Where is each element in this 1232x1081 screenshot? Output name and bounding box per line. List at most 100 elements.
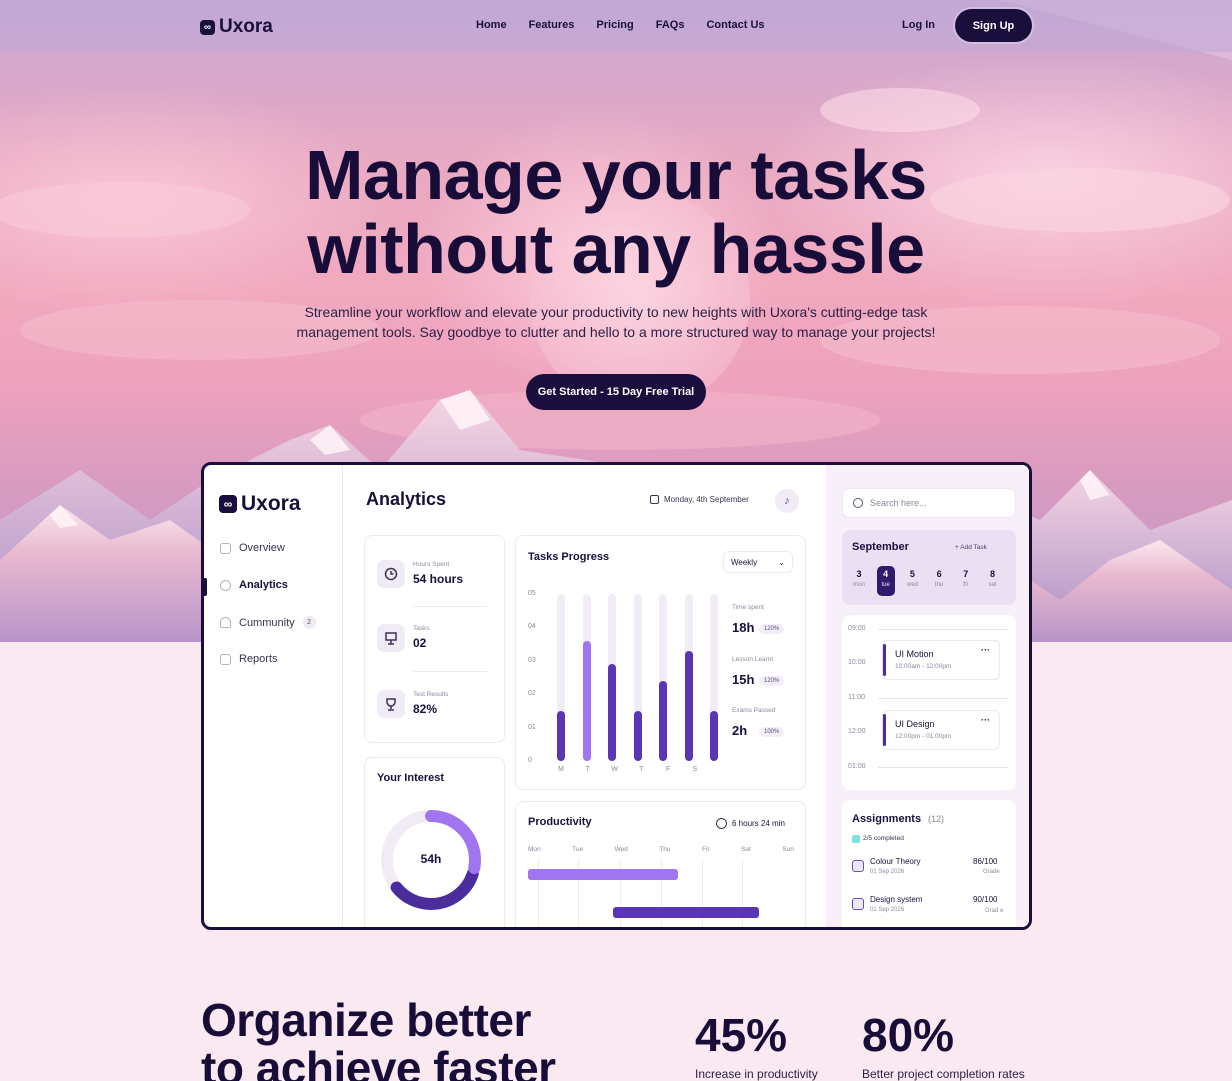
- event-card[interactable]: UI Motion 10:00am - 12:00pm ···: [882, 640, 1000, 680]
- metric-label: Exams Passed: [732, 707, 776, 714]
- more-icon[interactable]: ···: [981, 715, 990, 725]
- metric-label: Time spent: [732, 604, 764, 611]
- brand-name: Uxora: [219, 16, 273, 37]
- assignment-date: 01 Sep 2026: [870, 907, 905, 913]
- hero-subtitle-line-1: Streamline your workflow and elevate you…: [304, 304, 928, 320]
- sidebar-item-reports[interactable]: Reports: [220, 653, 278, 665]
- clock-icon: [716, 818, 727, 829]
- calendar-day-name: tue: [881, 582, 890, 588]
- interest-title: Your Interest: [377, 772, 445, 784]
- metric-pill: 120%: [759, 624, 785, 634]
- section-title: Organize better to achieve faster: [201, 996, 621, 1081]
- search-placeholder[interactable]: Search here...: [870, 498, 927, 508]
- sidebar-divider: [342, 465, 343, 927]
- signup-button[interactable]: Sign Up: [955, 9, 1032, 42]
- time-label: 01:00: [848, 763, 866, 770]
- stat-caption: Increase in productivity: [695, 1067, 818, 1081]
- day-label: Mon: [528, 846, 541, 853]
- calendar-day-number: 4: [883, 569, 889, 579]
- calendar-day-name: wed: [906, 582, 918, 588]
- event-title: UI Motion: [895, 649, 934, 659]
- search-icon: [853, 498, 863, 508]
- sidebar-item-analytics[interactable]: Analytics: [220, 579, 288, 591]
- event-time: 12:00pm - 01:00pm: [895, 733, 952, 740]
- x-tick-label: W: [611, 766, 618, 773]
- nav-link-faqs[interactable]: FAQs: [656, 19, 685, 31]
- notification-bell-icon[interactable]: ♪: [775, 489, 799, 513]
- presentation-icon: [377, 624, 405, 652]
- nav-link-features[interactable]: Features: [529, 19, 575, 31]
- hero-title: Manage your tasks without any hassle: [0, 138, 1232, 286]
- day-label: Thu: [659, 846, 671, 853]
- interest-card: Your Interest 54h: [364, 757, 505, 927]
- x-tick-label: F: [665, 766, 671, 773]
- time-label: 10:00: [848, 659, 866, 666]
- stat-label: Tasks: [413, 625, 430, 632]
- duration-text: 6 hours 24 min: [732, 819, 785, 828]
- assignment-title: Colour Theory: [870, 857, 921, 866]
- assignment-score: 90/100: [973, 895, 998, 904]
- chart-icon: [220, 579, 231, 591]
- page-title: Analytics: [366, 489, 447, 509]
- calendar-day[interactable]: 3 mon: [850, 566, 868, 596]
- hero-subtitle: Streamline your workflow and elevate you…: [276, 302, 956, 342]
- calendar-strip: September + Add Task 3 mon 4 tue 5 wed 6 thu 7 fr…: [842, 530, 1016, 605]
- tasks-progress-card: Tasks Progress Weekly ⌄ Time spent 18h 1…: [515, 535, 806, 790]
- nav-link-home[interactable]: Home: [476, 19, 507, 31]
- trophy-icon: [377, 690, 405, 718]
- calendar-day[interactable]: 8 sat: [984, 566, 1002, 596]
- sidebar-item-label: Analytics: [239, 579, 288, 591]
- time-label: 12:00: [848, 728, 866, 735]
- calendar-day[interactable]: 4 tue: [876, 566, 895, 596]
- stat-value: 02: [413, 636, 427, 650]
- y-tick-label: 05: [528, 590, 536, 597]
- event-time: 10:00am - 12:00pm: [895, 663, 952, 670]
- period-select[interactable]: Weekly ⌄: [723, 551, 793, 573]
- nav-link-pricing[interactable]: Pricing: [596, 19, 633, 31]
- dashboard-logo[interactable]: ∞ Uxora: [219, 492, 301, 516]
- period-value: Weekly: [731, 557, 758, 567]
- assignment-checkbox[interactable]: [852, 860, 864, 872]
- get-started-button[interactable]: Get Started - 15 Day Free Trial: [526, 374, 706, 410]
- sidebar-item-community[interactable]: Cummunity 2: [220, 616, 316, 629]
- date-display: Monday, 4th September: [650, 495, 749, 504]
- day-label: Sat: [741, 846, 751, 853]
- assignment-checkbox[interactable]: [852, 898, 864, 910]
- interest-center-value: 54h: [420, 852, 442, 866]
- stat-label: Hours Spent: [413, 561, 450, 568]
- x-tick-label: T: [639, 766, 644, 773]
- stats-card: Hours Spent 54 hours Tasks 02 Test Resul…: [364, 535, 505, 743]
- grid-icon: [220, 542, 231, 554]
- metric-label: Lesson Learnt: [732, 656, 774, 663]
- stat-label: Test Results: [413, 691, 449, 698]
- calendar-day-name: sat: [988, 582, 997, 588]
- calendar-day[interactable]: 6 thu: [930, 566, 948, 596]
- assignment-date: 01 Sep 2026: [870, 869, 905, 875]
- schedule-timeline: 09:00 10:00 11:00 12:00 01:00 UI Motion …: [842, 615, 1016, 790]
- login-link[interactable]: Log In: [902, 19, 935, 31]
- event-card[interactable]: UI Design 12:00pm - 01:00pm ···: [882, 710, 1000, 750]
- more-icon[interactable]: ···: [981, 645, 990, 655]
- bar: [608, 664, 616, 761]
- nav-link-contact[interactable]: Contact Us: [706, 19, 764, 31]
- report-icon: [220, 653, 231, 665]
- productivity-day-labels: Mon Tue Wed Thu Fri Sat Sun: [528, 846, 794, 853]
- bar: [633, 710, 642, 761]
- calendar-icon: [650, 495, 659, 504]
- calendar-day[interactable]: 7 fri: [957, 566, 975, 596]
- assignments-card: Assignments (12) 2/5 completed Colour Th…: [842, 800, 1016, 927]
- search-box[interactable]: Search here...: [842, 488, 1016, 518]
- assignments-completed: 2/5 completed: [863, 835, 904, 842]
- calendar-day[interactable]: 5 wed: [903, 566, 921, 596]
- assignment-grade: Grad e: [985, 908, 1004, 914]
- metric-value: 2h: [732, 723, 748, 738]
- calendar-day-name: fri: [963, 582, 969, 588]
- sidebar-item-overview[interactable]: Overview: [220, 542, 285, 554]
- assignment-grade: Grade: [983, 869, 1000, 875]
- add-task-button[interactable]: + Add Task: [955, 544, 987, 551]
- dashboard-preview: ∞ Uxora Overview Analytics Cummunity 2 R…: [201, 462, 1032, 930]
- sidebar-item-label: Overview: [239, 542, 285, 554]
- section-title-line-2: to achieve faster: [201, 1042, 556, 1081]
- brand-logo[interactable]: ∞ Uxora: [200, 16, 273, 38]
- calendar-day-name: thu: [934, 582, 944, 588]
